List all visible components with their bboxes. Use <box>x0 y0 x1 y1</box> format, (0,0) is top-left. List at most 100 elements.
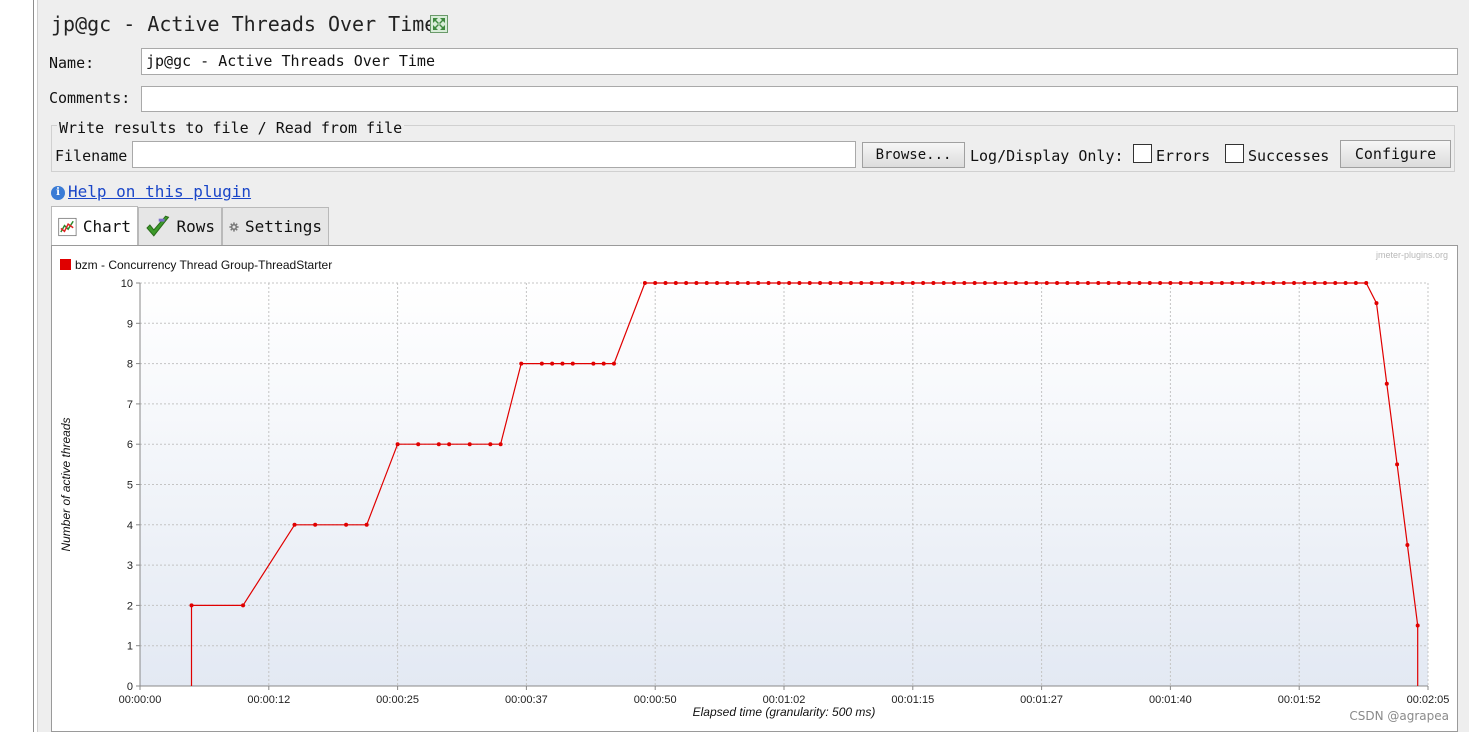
data-point <box>1384 381 1389 386</box>
x-tick-label: 00:00:37 <box>505 694 548 706</box>
data-point <box>1312 281 1317 285</box>
data-point <box>673 281 678 285</box>
data-point <box>1013 281 1018 285</box>
data-point <box>890 281 895 285</box>
x-tick-label: 00:00:12 <box>247 694 290 706</box>
file-section-legend: Write results to file / Read from file <box>57 119 405 137</box>
y-tick-label: 7 <box>127 399 133 411</box>
y-tick-label: 3 <box>127 560 133 572</box>
data-point <box>715 281 720 285</box>
data-point <box>364 522 369 527</box>
data-point <box>1065 281 1070 285</box>
data-point <box>1055 281 1060 285</box>
data-point <box>1302 281 1307 285</box>
y-tick-label: 8 <box>127 359 133 371</box>
source-label: jmeter-plugins.org <box>1375 250 1448 260</box>
info-icon: i <box>51 186 65 200</box>
errors-label: Errors <box>1156 147 1211 165</box>
data-point <box>1281 281 1286 285</box>
data-point <box>550 361 555 366</box>
data-point <box>982 281 987 285</box>
expand-icon[interactable] <box>430 15 448 33</box>
data-point <box>395 442 400 447</box>
data-point <box>416 442 421 447</box>
data-point <box>313 522 318 527</box>
data-point <box>931 281 936 285</box>
gear-icon <box>229 221 239 232</box>
data-point <box>591 361 596 366</box>
data-point <box>818 281 823 285</box>
x-tick-label: 00:00:00 <box>119 694 162 706</box>
data-point <box>1044 281 1049 285</box>
splitter-line[interactable] <box>33 0 34 732</box>
data-point <box>1178 281 1183 285</box>
x-tick-label: 00:01:40 <box>1149 694 1192 706</box>
data-point <box>189 603 194 608</box>
data-point <box>993 281 998 285</box>
y-tick-label: 9 <box>127 318 133 330</box>
data-point <box>684 281 689 285</box>
data-point <box>1147 281 1152 285</box>
data-point <box>1024 281 1029 285</box>
data-point <box>1240 281 1245 285</box>
legend-swatch <box>60 259 71 270</box>
data-point <box>1137 281 1142 285</box>
name-input[interactable]: jp@gc - Active Threads Over Time <box>141 48 1458 75</box>
data-point <box>921 281 926 285</box>
data-point <box>797 281 802 285</box>
data-point <box>735 281 740 285</box>
data-point <box>539 361 544 366</box>
data-point <box>1343 281 1348 285</box>
data-point <box>1003 281 1008 285</box>
data-point <box>869 281 874 285</box>
data-point <box>879 281 884 285</box>
filename-input[interactable] <box>132 141 856 168</box>
watermark: CSDN @agrapea <box>1349 709 1449 723</box>
data-point <box>1364 281 1369 285</box>
data-point <box>1189 281 1194 285</box>
x-tick-label: 00:01:52 <box>1278 694 1321 706</box>
y-tick-label: 0 <box>127 681 133 693</box>
comments-label: Comments: <box>49 89 131 107</box>
errors-checkbox[interactable] <box>1133 144 1152 163</box>
data-point <box>910 281 915 285</box>
successes-checkbox[interactable] <box>1225 144 1244 163</box>
tab-chart[interactable]: Chart <box>51 206 138 246</box>
data-point <box>1261 281 1266 285</box>
browse-button[interactable]: Browse... <box>862 142 965 168</box>
data-point <box>776 281 781 285</box>
data-point <box>1415 623 1420 628</box>
data-point <box>1333 281 1338 285</box>
y-tick-label: 1 <box>127 641 133 653</box>
tab-settings[interactable]: Settings <box>222 207 329 245</box>
tab-rows[interactable]: Rows <box>138 207 222 245</box>
data-point <box>1096 281 1101 285</box>
data-point <box>838 281 843 285</box>
data-point <box>962 281 967 285</box>
chart-panel: 0 1 2 3 4 5 6 7 8 9 10 00:00:00 00:00:12 00:00:25 00:… <box>51 245 1458 732</box>
data-point <box>344 522 349 527</box>
x-axis-label: Elapsed time (granularity: 500 ms) <box>693 705 876 719</box>
data-point <box>663 281 668 285</box>
data-point <box>704 281 709 285</box>
data-point <box>848 281 853 285</box>
configure-button[interactable]: Configure <box>1340 140 1451 168</box>
data-point <box>1219 281 1224 285</box>
data-point <box>498 442 503 447</box>
data-point <box>611 361 616 366</box>
data-point <box>1075 281 1080 285</box>
x-tick-label: 00:00:25 <box>376 694 419 706</box>
data-point <box>1034 281 1039 285</box>
x-tick-label: 00:01:27 <box>1020 694 1063 706</box>
log-display-only-label: Log/Display Only: <box>970 147 1124 165</box>
data-point <box>292 522 297 527</box>
data-point <box>1199 281 1204 285</box>
data-point <box>1209 281 1214 285</box>
tab-chart-label: Chart <box>82 217 131 236</box>
x-tick-label: 00:01:15 <box>891 694 934 706</box>
data-point <box>488 442 493 447</box>
x-tick-label: 00:00:50 <box>634 694 677 706</box>
help-link[interactable]: Help on this plugin <box>68 182 251 201</box>
comments-input[interactable] <box>141 86 1458 112</box>
left-tree-panel <box>0 0 36 732</box>
